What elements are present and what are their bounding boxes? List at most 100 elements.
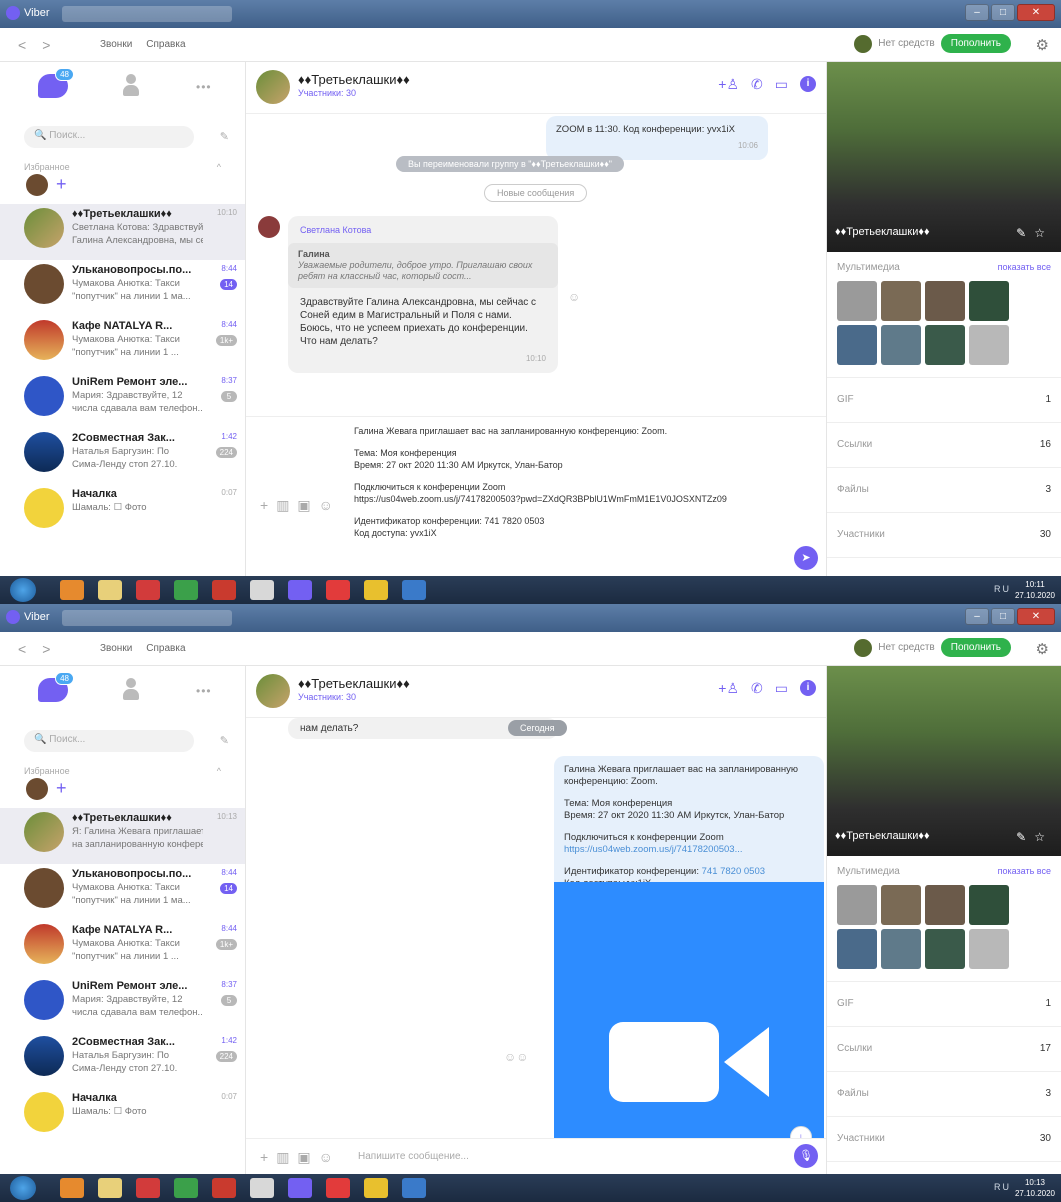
- media-thumb[interactable]: [837, 325, 877, 365]
- taskbar-app[interactable]: [402, 580, 426, 600]
- show-all-link[interactable]: показать все: [998, 262, 1051, 273]
- taskbar-app[interactable]: [212, 1178, 236, 1198]
- contacts-icon[interactable]: [123, 678, 139, 700]
- list-item[interactable]: ♦♦Третьеклашки♦♦ Я: Галина Жевага приглаш…: [0, 808, 245, 864]
- list-item[interactable]: Началка Шамаль: ☐ Фото 0:07: [0, 484, 245, 540]
- menu-calls[interactable]: Звонки: [100, 39, 132, 50]
- system-tray[interactable]: RU: [994, 1182, 1011, 1192]
- search-input[interactable]: 🔍 Поиск...: [24, 730, 194, 752]
- zoom-preview-image[interactable]: [554, 882, 824, 1174]
- back-button[interactable]: <: [18, 37, 42, 53]
- gif-icon[interactable]: ▣: [297, 1149, 310, 1166]
- list-item[interactable]: Началка Шамаль: ☐ Фото 0:07: [0, 1088, 245, 1144]
- participants-row[interactable]: Участники 30: [827, 513, 1061, 558]
- taskbar-app[interactable]: [136, 580, 160, 600]
- forward-button[interactable]: >: [42, 641, 66, 657]
- edit-icon[interactable]: ✎: [1016, 226, 1034, 240]
- media-thumb[interactable]: [925, 885, 965, 925]
- chevron-up-icon[interactable]: ^: [217, 766, 221, 776]
- minimize-button[interactable]: –: [965, 608, 989, 625]
- group-photo[interactable]: ♦♦Третьеклашки♦♦ ✎☆: [827, 62, 1061, 252]
- media-thumb[interactable]: [969, 325, 1009, 365]
- video-icon[interactable]: ▭: [775, 680, 788, 697]
- gif-row[interactable]: GIF 1: [827, 982, 1061, 1027]
- start-button[interactable]: [10, 578, 36, 602]
- list-item[interactable]: UniRem Ремонт эле... Мария: Здравствуйте…: [0, 976, 245, 1032]
- list-item[interactable]: UniRem Ремонт эле... Мария: Здравствуйте…: [0, 372, 245, 428]
- taskbar-app[interactable]: [98, 580, 122, 600]
- taskbar-app[interactable]: [364, 1178, 388, 1198]
- media-thumb[interactable]: [881, 885, 921, 925]
- add-participant-icon[interactable]: +♙: [718, 76, 739, 93]
- media-thumb[interactable]: [969, 885, 1009, 925]
- compose-icon[interactable]: ✎: [220, 734, 229, 747]
- clock[interactable]: 10:13 27.10.2020: [1015, 1177, 1055, 1199]
- video-icon[interactable]: ▭: [775, 76, 788, 93]
- files-row[interactable]: Файлы 3: [827, 1072, 1061, 1117]
- emoji-icon[interactable]: ☺: [319, 1149, 333, 1166]
- chats-icon[interactable]: 48: [38, 68, 74, 98]
- star-icon[interactable]: ☆: [1034, 830, 1053, 844]
- list-item[interactable]: Улькановопросы.по... Чумакова Анютка: Так…: [0, 864, 245, 920]
- list-item[interactable]: 2Совместная Зак... Наталья Баргузин: По С…: [0, 428, 245, 484]
- media-thumb[interactable]: [881, 281, 921, 321]
- minimize-button[interactable]: –: [965, 4, 989, 21]
- media-thumb[interactable]: [881, 929, 921, 969]
- chats-icon[interactable]: 48: [38, 672, 74, 702]
- participants-row[interactable]: Участники 30: [827, 1117, 1061, 1162]
- forward-button[interactable]: >: [42, 37, 66, 53]
- taskbar-app[interactable]: [288, 1178, 312, 1198]
- media-thumb[interactable]: [925, 325, 965, 365]
- menu-calls[interactable]: Звонки: [100, 643, 132, 654]
- top-up-button[interactable]: Пополнить: [940, 638, 1011, 657]
- taskbar-app[interactable]: [326, 580, 350, 600]
- list-item[interactable]: Кафе NATALYA R... Чумакова Анютка: Такси…: [0, 316, 245, 372]
- stickers-icon[interactable]: ▥: [276, 1149, 289, 1166]
- taskbar-app[interactable]: [250, 1178, 274, 1198]
- more-icon[interactable]: •••: [196, 684, 212, 698]
- phone-link[interactable]: 741 7820 0503: [702, 866, 765, 877]
- smile-icon[interactable]: ☺☺: [504, 1050, 529, 1064]
- media-thumb[interactable]: [837, 929, 877, 969]
- add-participant-icon[interactable]: +♙: [718, 680, 739, 697]
- top-up-button[interactable]: Пополнить: [940, 34, 1011, 53]
- list-item[interactable]: 2Совместная Зак... Наталья Баргузин: По С…: [0, 1032, 245, 1088]
- message-bubble[interactable]: Светлана Котова Галина Уважаемые родители…: [288, 216, 558, 373]
- emoji-icon[interactable]: ☺: [319, 497, 333, 514]
- media-thumb[interactable]: [969, 929, 1009, 969]
- phone-icon[interactable]: ✆: [751, 76, 763, 93]
- phone-icon[interactable]: ✆: [751, 680, 763, 697]
- list-item[interactable]: Кафе NATALYA R... Чумакова Анютка: Такси…: [0, 920, 245, 976]
- system-tray[interactable]: RU: [994, 584, 1011, 594]
- gear-icon[interactable]: ⚙: [1036, 36, 1049, 54]
- show-all-link[interactable]: показать все: [998, 866, 1051, 877]
- maximize-button[interactable]: □: [991, 4, 1015, 21]
- list-item[interactable]: Улькановопросы.по... Чумакова Анютка: Так…: [0, 260, 245, 316]
- taskbar-app[interactable]: [174, 580, 198, 600]
- send-button[interactable]: ➤: [794, 546, 818, 570]
- media-thumb[interactable]: [881, 325, 921, 365]
- menu-help[interactable]: Справка: [146, 39, 185, 50]
- smile-icon[interactable]: ☺: [568, 290, 580, 304]
- media-thumb[interactable]: [925, 929, 965, 969]
- taskbar-app[interactable]: [288, 580, 312, 600]
- taskbar-app[interactable]: [60, 1178, 84, 1198]
- compose-icon[interactable]: ✎: [220, 130, 229, 143]
- media-thumb[interactable]: [925, 281, 965, 321]
- contacts-icon[interactable]: [123, 74, 139, 96]
- taskbar-app[interactable]: [98, 1178, 122, 1198]
- files-row[interactable]: Файлы 3: [827, 468, 1061, 513]
- links-row[interactable]: Ссылки 16: [827, 423, 1061, 468]
- clock[interactable]: 10:11 27.10.2020: [1015, 579, 1055, 601]
- message-bubble[interactable]: ZOOM в 11:30. Код конференции: yvx1iX 10…: [546, 116, 768, 160]
- avatar[interactable]: [256, 674, 290, 708]
- group-photo[interactable]: ♦♦Третьеклашки♦♦ ✎☆: [827, 666, 1061, 856]
- taskbar-app[interactable]: [326, 1178, 350, 1198]
- plus-icon[interactable]: +: [260, 497, 268, 514]
- media-thumb[interactable]: [969, 281, 1009, 321]
- links-row[interactable]: Ссылки 17: [827, 1027, 1061, 1072]
- chat-title[interactable]: ♦♦Третьеклашки♦♦: [298, 676, 410, 691]
- plus-icon[interactable]: +: [260, 1149, 268, 1166]
- gif-row[interactable]: GIF 1: [827, 378, 1061, 423]
- taskbar-app[interactable]: [174, 1178, 198, 1198]
